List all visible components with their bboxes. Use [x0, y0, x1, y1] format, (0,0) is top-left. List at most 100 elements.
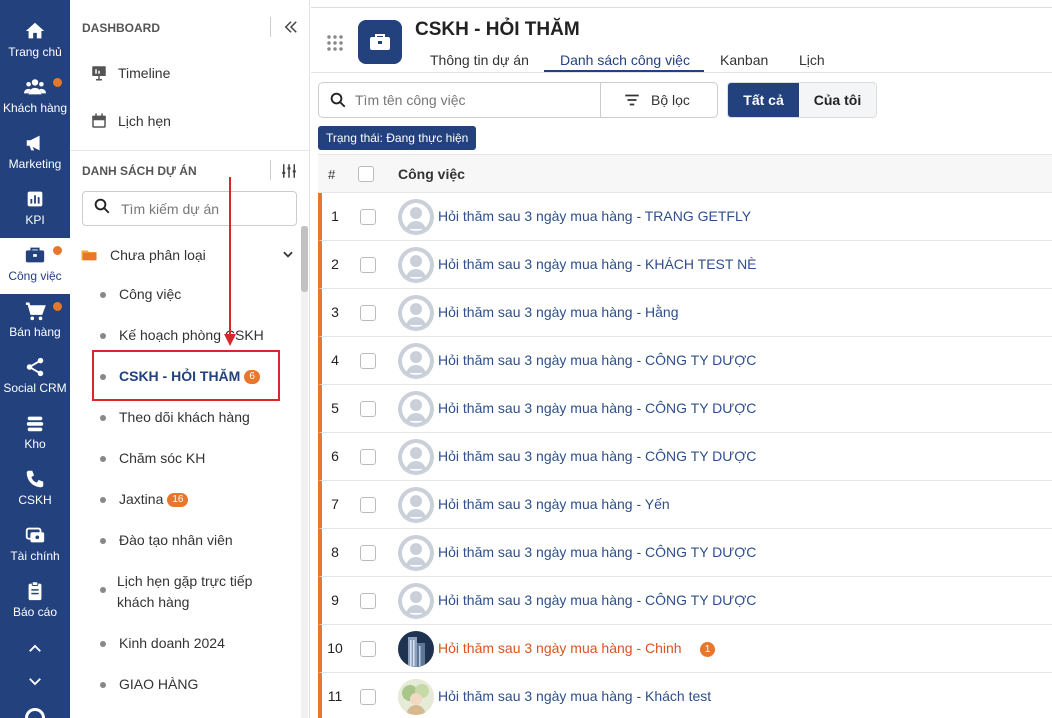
row-checkbox[interactable]	[360, 593, 376, 609]
cart-icon	[24, 300, 46, 322]
nav-label: Marketing	[8, 157, 62, 171]
project-search-input[interactable]	[121, 200, 281, 217]
table-row[interactable]: 1 Hỏi thăm sau 3 ngày mua hàng - TRANG G…	[318, 193, 1052, 241]
help-icon[interactable]	[25, 708, 45, 718]
project-item[interactable]: GIAO HÀNG	[100, 674, 280, 695]
project-item[interactable]: Kinh doanh 2024	[100, 633, 280, 654]
table-row[interactable]: 3 Hỏi thăm sau 3 ngày mua hàng - Hằng	[318, 289, 1052, 337]
divider	[270, 160, 271, 180]
filter-button[interactable]: Bộ lọc	[601, 91, 690, 109]
row-checkbox[interactable]	[360, 689, 376, 705]
chevron-down-icon[interactable]	[26, 672, 44, 690]
finance-icon	[24, 524, 46, 546]
project-label: Công việc	[119, 286, 182, 302]
project-item[interactable]: Theo dõi khách hàng	[100, 407, 280, 428]
row-checkbox[interactable]	[360, 209, 376, 225]
task-title[interactable]: Hỏi thăm sau 3 ngày mua hàng - TRANG GET…	[438, 208, 751, 224]
task-title[interactable]: Hỏi thăm sau 3 ngày mua hàng - CÔNG TY D…	[438, 544, 756, 560]
task-title[interactable]: Hỏi thăm sau 3 ngày mua hàng - Khách tes…	[438, 688, 711, 704]
row-number: 7	[331, 496, 339, 512]
nav-customers[interactable]: Khách hàng	[0, 70, 70, 126]
chevron-up-icon[interactable]	[26, 640, 44, 658]
nav-label: Social CRM	[3, 381, 67, 395]
row-checkbox[interactable]	[360, 545, 376, 561]
clipboard-icon	[24, 580, 46, 602]
table-row[interactable]: 7 Hỏi thăm sau 3 ngày mua hàng - Yến	[318, 481, 1052, 529]
project-item[interactable]: Đào tạo nhân viên	[100, 530, 280, 551]
table-row[interactable]: 2 Hỏi thăm sau 3 ngày mua hàng - KHÁCH T…	[318, 241, 1052, 289]
status-filter-chip[interactable]: Trạng thái: Đang thực hiện	[318, 126, 477, 150]
appointments-link[interactable]: Lịch hẹn	[90, 109, 171, 133]
nav-warehouse[interactable]: Kho	[0, 406, 70, 462]
row-checkbox[interactable]	[360, 353, 376, 369]
collapse-panel-icon[interactable]	[282, 18, 302, 38]
row-checkbox[interactable]	[360, 497, 376, 513]
project-item[interactable]: Chăm sóc KH	[100, 448, 280, 469]
nav-marketing[interactable]: Marketing	[0, 126, 70, 182]
table-row[interactable]: 6 Hỏi thăm sau 3 ngày mua hàng - CÔNG TY…	[318, 433, 1052, 481]
main-content: CSKH - HỎI THĂM Thông tin dự án Danh sác…	[311, 0, 1052, 718]
table-row[interactable]: 11 Hỏi thăm sau 3 ngày mua hàng - Khách …	[318, 673, 1052, 718]
project-item[interactable]: Công việc	[100, 284, 280, 305]
sliders-icon[interactable]	[280, 162, 298, 180]
scope-toggle: Tất cả Của tôi	[727, 82, 877, 118]
nav-reports[interactable]: Báo cáo	[0, 574, 70, 630]
tab-kanban[interactable]: Kanban	[720, 52, 768, 68]
task-title[interactable]: Hỏi thăm sau 3 ngày mua hàng - Yến	[438, 496, 670, 512]
nav-sales[interactable]: Bán hàng	[0, 294, 70, 350]
avatar	[398, 679, 434, 715]
scope-all-button[interactable]: Tất cả	[728, 83, 799, 117]
select-all-checkbox[interactable]	[358, 166, 374, 182]
table-row[interactable]: 9 Hỏi thăm sau 3 ngày mua hàng - CÔNG TY…	[318, 577, 1052, 625]
avatar	[398, 583, 434, 619]
row-checkbox[interactable]	[360, 449, 376, 465]
task-search-input[interactable]	[355, 92, 600, 108]
task-title[interactable]: Hỏi thăm sau 3 ngày mua hàng - CÔNG TY D…	[438, 400, 756, 416]
row-checkbox[interactable]	[360, 305, 376, 321]
apps-grid-icon[interactable]	[326, 34, 344, 52]
task-title[interactable]: Hỏi thăm sau 3 ngày mua hàng - CÔNG TY D…	[438, 352, 756, 368]
row-checkbox[interactable]	[360, 641, 376, 657]
project-briefcase-icon	[358, 20, 402, 64]
task-title[interactable]: Hỏi thăm sau 3 ngày mua hàng - CÔNG TY D…	[438, 592, 756, 608]
notification-dot	[53, 302, 62, 311]
nav-home[interactable]: Trang chủ	[0, 14, 70, 70]
task-title[interactable]: Hỏi thăm sau 3 ngày mua hàng - KHÁCH TES…	[438, 256, 757, 272]
project-search	[82, 191, 297, 226]
task-title[interactable]: Hỏi thăm sau 3 ngày mua hàng - Hằng	[438, 304, 678, 320]
task-title[interactable]: Hỏi thăm sau 3 ngày mua hàng - Chinh	[438, 640, 682, 656]
project-item[interactable]: Kế hoạch phòng CSKH	[100, 325, 280, 346]
nav-label: Bán hàng	[9, 325, 61, 339]
task-title[interactable]: Hỏi thăm sau 3 ngày mua hàng - CÔNG TY D…	[438, 448, 756, 464]
project-item[interactable]: Lịch hẹn gặp trực tiếp khách hàng	[100, 571, 265, 613]
timeline-link[interactable]: Timeline	[90, 61, 170, 85]
filter-icon	[623, 91, 641, 109]
divider	[270, 17, 271, 37]
nav-tasks[interactable]: Công việc	[0, 238, 70, 294]
nav-label: Tài chính	[10, 549, 60, 563]
row-checkbox[interactable]	[360, 401, 376, 417]
tab-calendar[interactable]: Lịch	[799, 52, 825, 68]
nav-kpi[interactable]: KPI	[0, 182, 70, 238]
nav-label: Khách hàng	[2, 101, 68, 115]
nav-label: KPI	[25, 213, 45, 227]
scrollbar-thumb[interactable]	[301, 226, 308, 292]
row-checkbox[interactable]	[360, 257, 376, 273]
table-row[interactable]: 8 Hỏi thăm sau 3 ngày mua hàng - CÔNG TY…	[318, 529, 1052, 577]
scope-mine-button[interactable]: Của tôi	[799, 83, 876, 117]
tab-task-list[interactable]: Danh sách công việc	[560, 52, 690, 68]
tab-project-info[interactable]: Thông tin dự án	[430, 52, 529, 68]
folder-uncategorized[interactable]: Chưa phân loại	[80, 243, 295, 267]
tabs-border	[311, 72, 1052, 73]
table-row[interactable]: 4 Hỏi thăm sau 3 ngày mua hàng - CÔNG TY…	[318, 337, 1052, 385]
nav-finance[interactable]: Tài chính	[0, 518, 70, 574]
project-item[interactable]: Jaxtina 16	[100, 489, 280, 510]
panel-scrollbar[interactable]	[301, 226, 308, 718]
nav-cskh[interactable]: CSKH	[0, 462, 70, 518]
chart-icon	[24, 188, 46, 210]
chevron-down-icon[interactable]	[281, 247, 295, 264]
table-row[interactable]: 5 Hỏi thăm sau 3 ngày mua hàng - CÔNG TY…	[318, 385, 1052, 433]
nav-social-crm[interactable]: Social CRM	[0, 350, 70, 406]
bullet	[100, 497, 106, 503]
table-row[interactable]: 10 Hỏi thăm sau 3 ngày mua hàng - Chinh …	[318, 625, 1052, 673]
